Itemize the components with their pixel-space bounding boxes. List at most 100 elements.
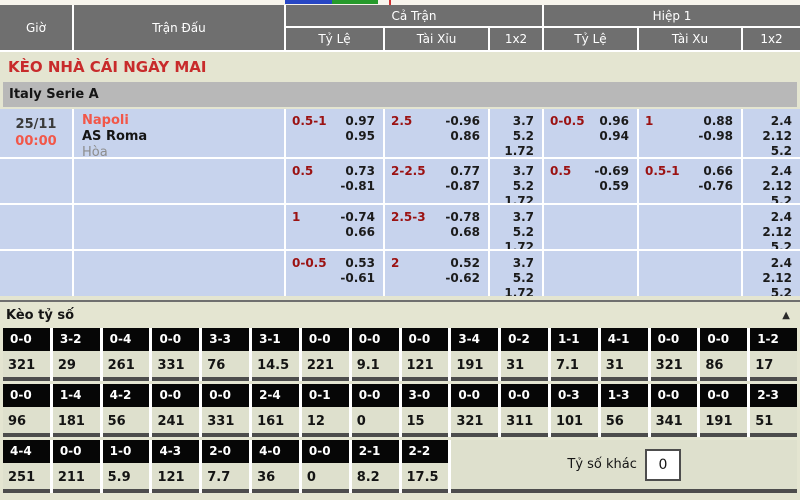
score-odds[interactable]: 0 (302, 463, 349, 493)
odds-value[interactable]: 5.2 (743, 194, 792, 203)
score-cell[interactable]: 3-114.5 (252, 328, 299, 381)
odds-value[interactable]: 5.2 (490, 179, 534, 194)
odds-value[interactable]: 2.4 (743, 164, 792, 179)
odds-value[interactable]: 2.4 (743, 256, 792, 271)
odds-cell-h1-1x2[interactable]: 2.4 2.12 5.2 (743, 251, 800, 296)
score-odds[interactable]: 261 (103, 351, 150, 381)
odds-value[interactable]: -0.87 (385, 179, 480, 194)
score-cell[interactable]: 4-3121 (152, 440, 199, 493)
odds-value[interactable]: 5.2 (490, 225, 534, 240)
odds-cell-h1-1x2[interactable]: 2.4 2.12 5.2 (743, 109, 800, 157)
score-odds[interactable]: 7.7 (202, 463, 249, 493)
score-cell[interactable]: 0-0121 (402, 328, 449, 381)
score-odds[interactable]: 331 (202, 407, 249, 437)
score-cell[interactable]: 0-3101 (551, 384, 598, 437)
score-odds[interactable]: 121 (402, 351, 449, 381)
odds-value[interactable]: 1.72 (490, 240, 534, 249)
odds-cell-ft-overunder[interactable]: 2-2.5 0.77 -0.87 (385, 159, 488, 203)
score-odds[interactable]: 251 (3, 463, 50, 493)
score-cell[interactable]: 0-0191 (700, 384, 747, 437)
odds-cell-ft-1x2[interactable]: 3.7 5.2 1.72 (490, 159, 542, 203)
score-cell[interactable]: 1-05.9 (103, 440, 150, 493)
score-odds[interactable]: 101 (551, 407, 598, 437)
score-odds[interactable]: 121 (152, 463, 199, 493)
odds-cell-h1-overunder[interactable]: 1 0.88 -0.98 (639, 109, 741, 157)
odds-value[interactable]: 2.12 (743, 225, 792, 240)
score-cell[interactable]: 0-0211 (53, 440, 100, 493)
match-teams-cell[interactable]: Napoli AS Roma Hòa (74, 109, 284, 157)
score-cell[interactable]: 1-4181 (53, 384, 100, 437)
odds-value[interactable]: 2.12 (743, 271, 792, 286)
score-cell[interactable]: 0-00 (302, 440, 349, 493)
score-cell[interactable]: 0-0321 (651, 328, 698, 381)
odds-cell-h1-handicap[interactable]: 0-0.5 0.96 0.94 (544, 109, 637, 157)
odds-value[interactable]: 1.72 (490, 144, 534, 157)
score-cell[interactable]: 1-356 (601, 384, 648, 437)
odds-cell-ft-1x2[interactable]: 3.7 5.2 1.72 (490, 205, 542, 249)
score-cell[interactable]: 0-231 (501, 328, 548, 381)
odds-cell-h1-handicap[interactable]: 0.5 -0.69 0.59 (544, 159, 637, 203)
score-cell[interactable]: 0-4261 (103, 328, 150, 381)
score-cell[interactable]: 0-00 (352, 384, 399, 437)
score-cell[interactable]: 0-0321 (451, 384, 498, 437)
score-odds[interactable]: 191 (700, 407, 747, 437)
score-odds[interactable]: 17.5 (402, 463, 449, 493)
score-cell[interactable]: 0-0321 (3, 328, 50, 381)
score-cell[interactable]: 2-07.7 (202, 440, 249, 493)
odds-cell-h1-1x2[interactable]: 2.4 2.12 5.2 (743, 205, 800, 249)
odds-cell-h1-1x2[interactable]: 2.4 2.12 5.2 (743, 159, 800, 203)
odds-value[interactable]: 0.66 (286, 225, 375, 240)
odds-value[interactable]: -0.98 (639, 129, 733, 144)
score-odds[interactable]: 311 (501, 407, 548, 437)
score-odds[interactable]: 31 (501, 351, 548, 381)
score-odds[interactable]: 211 (53, 463, 100, 493)
odds-cell-ft-handicap[interactable]: 0.5 0.73 -0.81 (286, 159, 383, 203)
score-odds[interactable]: 5.9 (103, 463, 150, 493)
score-odds[interactable]: 321 (3, 351, 50, 381)
odds-cell-ft-overunder[interactable]: 2.5 -0.96 0.86 (385, 109, 488, 157)
odds-value[interactable]: 3.7 (490, 164, 534, 179)
score-cell[interactable]: 4-131 (601, 328, 648, 381)
score-odds[interactable]: 56 (601, 407, 648, 437)
score-odds[interactable]: 86 (700, 351, 747, 381)
score-cell[interactable]: 1-17.1 (551, 328, 598, 381)
score-odds[interactable]: 341 (651, 407, 698, 437)
home-team[interactable]: Napoli (82, 113, 284, 129)
score-odds[interactable]: 17 (750, 351, 797, 381)
odds-value[interactable]: 5.2 (490, 129, 534, 144)
score-cell[interactable]: 3-015 (402, 384, 449, 437)
score-cell[interactable]: 2-4161 (252, 384, 299, 437)
score-cell[interactable]: 1-217 (750, 328, 797, 381)
score-odds[interactable]: 36 (252, 463, 299, 493)
odds-value[interactable]: 1.72 (490, 286, 534, 296)
score-cell[interactable]: 4-036 (252, 440, 299, 493)
odds-value[interactable]: 0.86 (385, 129, 480, 144)
score-cell[interactable]: 0-0241 (152, 384, 199, 437)
odds-value[interactable]: 1.72 (490, 194, 534, 203)
score-odds[interactable]: 15 (402, 407, 449, 437)
score-odds[interactable]: 321 (451, 407, 498, 437)
score-cell[interactable]: 0-0311 (501, 384, 548, 437)
odds-cell-ft-handicap[interactable]: 0.5-1 0.97 0.95 (286, 109, 383, 157)
odds-cell-ft-handicap[interactable]: 0-0.5 0.53 -0.61 (286, 251, 383, 296)
odds-value[interactable]: -0.76 (639, 179, 733, 194)
odds-value[interactable]: 2.12 (743, 179, 792, 194)
score-cell[interactable]: 2-351 (750, 384, 797, 437)
odds-value[interactable]: 2.4 (743, 210, 792, 225)
score-odds[interactable]: 161 (252, 407, 299, 437)
score-odds[interactable]: 331 (152, 351, 199, 381)
score-odds[interactable]: 321 (651, 351, 698, 381)
score-cell[interactable]: 3-229 (53, 328, 100, 381)
odds-value[interactable]: -0.81 (286, 179, 375, 194)
odds-value[interactable]: -0.61 (286, 271, 375, 286)
odds-value[interactable]: 5.2 (743, 286, 792, 296)
score-odds[interactable]: 76 (202, 351, 249, 381)
score-cell[interactable]: 0-112 (302, 384, 349, 437)
score-odds[interactable]: 8.2 (352, 463, 399, 493)
odds-value[interactable]: -0.62 (385, 271, 480, 286)
score-odds[interactable]: 14.5 (252, 351, 299, 381)
other-score-input[interactable] (645, 449, 681, 481)
collapse-icon[interactable]: ▲ (782, 310, 790, 321)
score-odds[interactable]: 0 (352, 407, 399, 437)
score-cell[interactable]: 4-4251 (3, 440, 50, 493)
